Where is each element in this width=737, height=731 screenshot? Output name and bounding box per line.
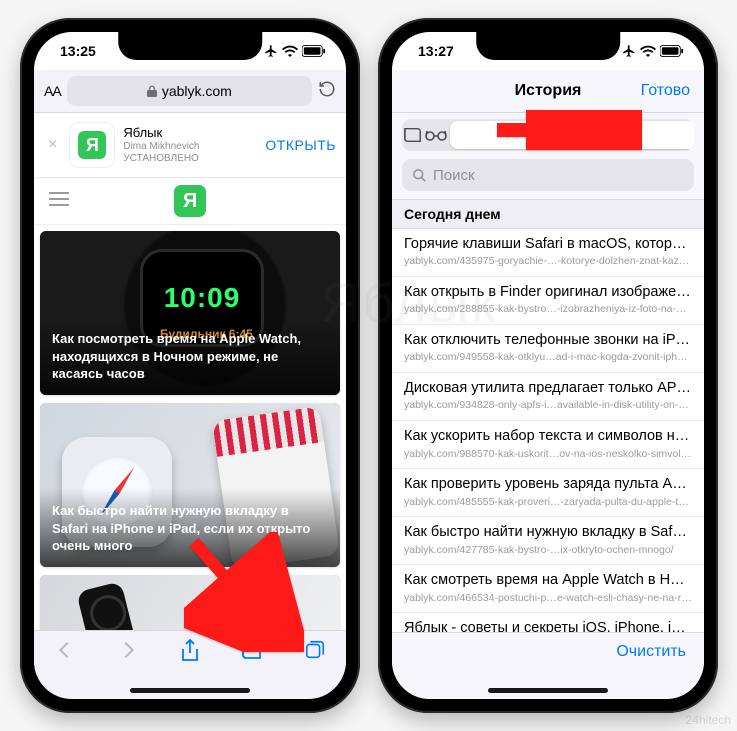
url-host: yablyk.com (162, 83, 232, 99)
wifi-icon (640, 45, 656, 57)
search-icon (412, 168, 427, 183)
bookmarks-button[interactable] (232, 639, 272, 661)
article-card[interactable]: Как быстро найти нужную вкладку в Safari… (40, 403, 340, 567)
history-row[interactable]: Как ускорить набор текста и символов на … (392, 421, 704, 469)
history-row[interactable]: Дисковая утилита предлагает только APFS … (392, 373, 704, 421)
banner-open-button[interactable]: ОТКРЫТЬ (265, 137, 336, 153)
segmented-control (402, 119, 694, 151)
home-indicator (488, 688, 608, 693)
home-indicator (130, 688, 250, 693)
banner-close[interactable]: × (44, 136, 61, 154)
lock-icon (147, 85, 157, 97)
history-row[interactable]: Горячие клавиши Safari в macOS, которые … (392, 229, 704, 277)
banner-app-title: Яблык (123, 125, 265, 141)
corner-watermark: 24hitech (686, 713, 731, 727)
history-row[interactable]: Как открыть в Finder оригинал изображени… (392, 277, 704, 325)
banner-installed: УСТАНОВЛЕНО (123, 153, 265, 165)
page-title: История (515, 82, 582, 100)
article-title: Как посмотреть время на Apple Watch, нах… (40, 316, 340, 395)
wifi-icon (282, 45, 298, 57)
segment-reading-list[interactable] (424, 119, 448, 151)
text-size-control[interactable]: AA (44, 83, 61, 99)
history-row[interactable]: Как смотреть время на Apple Watch в Ночн… (392, 565, 704, 613)
article-card[interactable]: 10:09 Будильник 6:45 Как посмотреть врем… (40, 231, 340, 395)
history-row[interactable]: Как отключить телефонные звонки на iPad … (392, 325, 704, 373)
history-list: Горячие клавиши Safari в macOS, которые … (392, 229, 704, 646)
segment-history[interactable] (450, 121, 694, 149)
battery-icon (660, 45, 684, 57)
glasses-icon (424, 128, 448, 142)
share-button[interactable] (170, 639, 210, 663)
history-row[interactable]: Как быстро найти нужную вкладку в Safari… (392, 517, 704, 565)
history-row[interactable]: Как проверить уровень заряда пульта Appl… (392, 469, 704, 517)
tabs-button[interactable] (295, 639, 335, 661)
reload-button[interactable] (318, 80, 336, 103)
site-logo[interactable]: Я (174, 185, 206, 217)
airplane-icon (264, 44, 278, 58)
article-title: Как быстро найти нужную вкладку в Safari… (40, 488, 340, 567)
menu-icon[interactable] (48, 190, 70, 213)
section-header: Сегодня днем (392, 199, 704, 229)
smart-app-banner: × Я Яблык Dima Mikhnevich УСТАНОВЛЕНО ОТ… (34, 113, 346, 178)
address-field[interactable]: yablyk.com (67, 76, 312, 106)
status-icons (622, 44, 684, 58)
airplane-icon (622, 44, 636, 58)
search-input[interactable]: Поиск (402, 159, 694, 191)
search-placeholder: Поиск (433, 167, 475, 184)
forward-button[interactable] (108, 639, 148, 661)
status-time: 13:25 (60, 43, 96, 59)
navbar: История Готово (392, 70, 704, 113)
book-icon (402, 126, 424, 144)
feed: 10:09 Будильник 6:45 Как посмотреть врем… (34, 231, 346, 665)
segment-bookmarks[interactable] (402, 119, 424, 151)
status-time: 13:27 (418, 43, 454, 59)
clock-icon (450, 126, 694, 144)
battery-icon (302, 45, 326, 57)
url-bar: AA yablyk.com (34, 70, 346, 113)
done-button[interactable]: Готово (641, 82, 690, 100)
site-header: Я (34, 178, 346, 225)
status-icons (264, 44, 326, 58)
app-icon: Я (69, 122, 115, 168)
clear-button[interactable]: Очистить (616, 643, 686, 661)
back-button[interactable] (45, 639, 85, 661)
banner-app-author: Dima Mikhnevich (123, 141, 265, 153)
